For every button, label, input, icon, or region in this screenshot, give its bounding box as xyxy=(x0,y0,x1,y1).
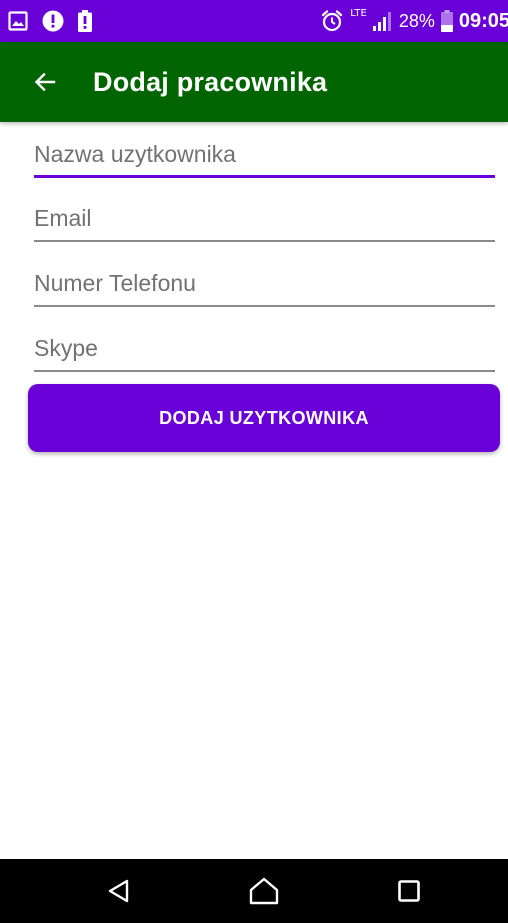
phone-field-container xyxy=(34,263,495,307)
battery-alert-icon xyxy=(78,10,92,32)
network-type-label: LTE xyxy=(350,7,367,19)
battery-percent: 28% xyxy=(398,10,435,31)
email-field-underline xyxy=(34,240,495,242)
skype-field-container xyxy=(34,328,495,372)
nav-recents-icon xyxy=(398,880,420,902)
email-field[interactable] xyxy=(34,198,495,238)
system-navigation-bar xyxy=(0,859,508,923)
nav-recents-button[interactable] xyxy=(389,871,429,911)
back-button[interactable] xyxy=(28,65,62,99)
username-field-container xyxy=(34,134,495,178)
status-bar-system: LTE 28% 09:05 xyxy=(320,0,508,42)
add-user-button[interactable]: DODAJ UZYTKOWNIKA xyxy=(28,384,500,452)
nav-home-button[interactable] xyxy=(244,871,284,911)
nav-back-icon xyxy=(108,879,129,903)
skype-field[interactable] xyxy=(34,328,495,368)
status-bar: LTE 28% 09:05 xyxy=(0,0,508,42)
battery-icon xyxy=(440,10,453,32)
arrow-back-icon xyxy=(34,72,56,92)
status-clock: 09:05 xyxy=(458,9,508,32)
alarm-clock-icon xyxy=(320,9,344,33)
alert-circle-icon xyxy=(42,10,64,32)
phone-field[interactable] xyxy=(34,263,495,303)
nav-back-button[interactable] xyxy=(99,871,139,911)
app-toolbar: Dodaj pracownika xyxy=(0,42,508,122)
username-field[interactable] xyxy=(34,134,495,174)
signal-strength-icon xyxy=(372,11,393,31)
status-bar-notifications xyxy=(8,0,92,42)
phone-field-underline xyxy=(34,305,495,307)
page-title: Dodaj pracownika xyxy=(93,67,328,97)
username-field-underline xyxy=(34,175,495,178)
skype-field-underline xyxy=(34,370,495,372)
email-field-container xyxy=(34,198,495,242)
image-notification-icon xyxy=(8,11,28,31)
nav-home-icon xyxy=(249,877,279,905)
